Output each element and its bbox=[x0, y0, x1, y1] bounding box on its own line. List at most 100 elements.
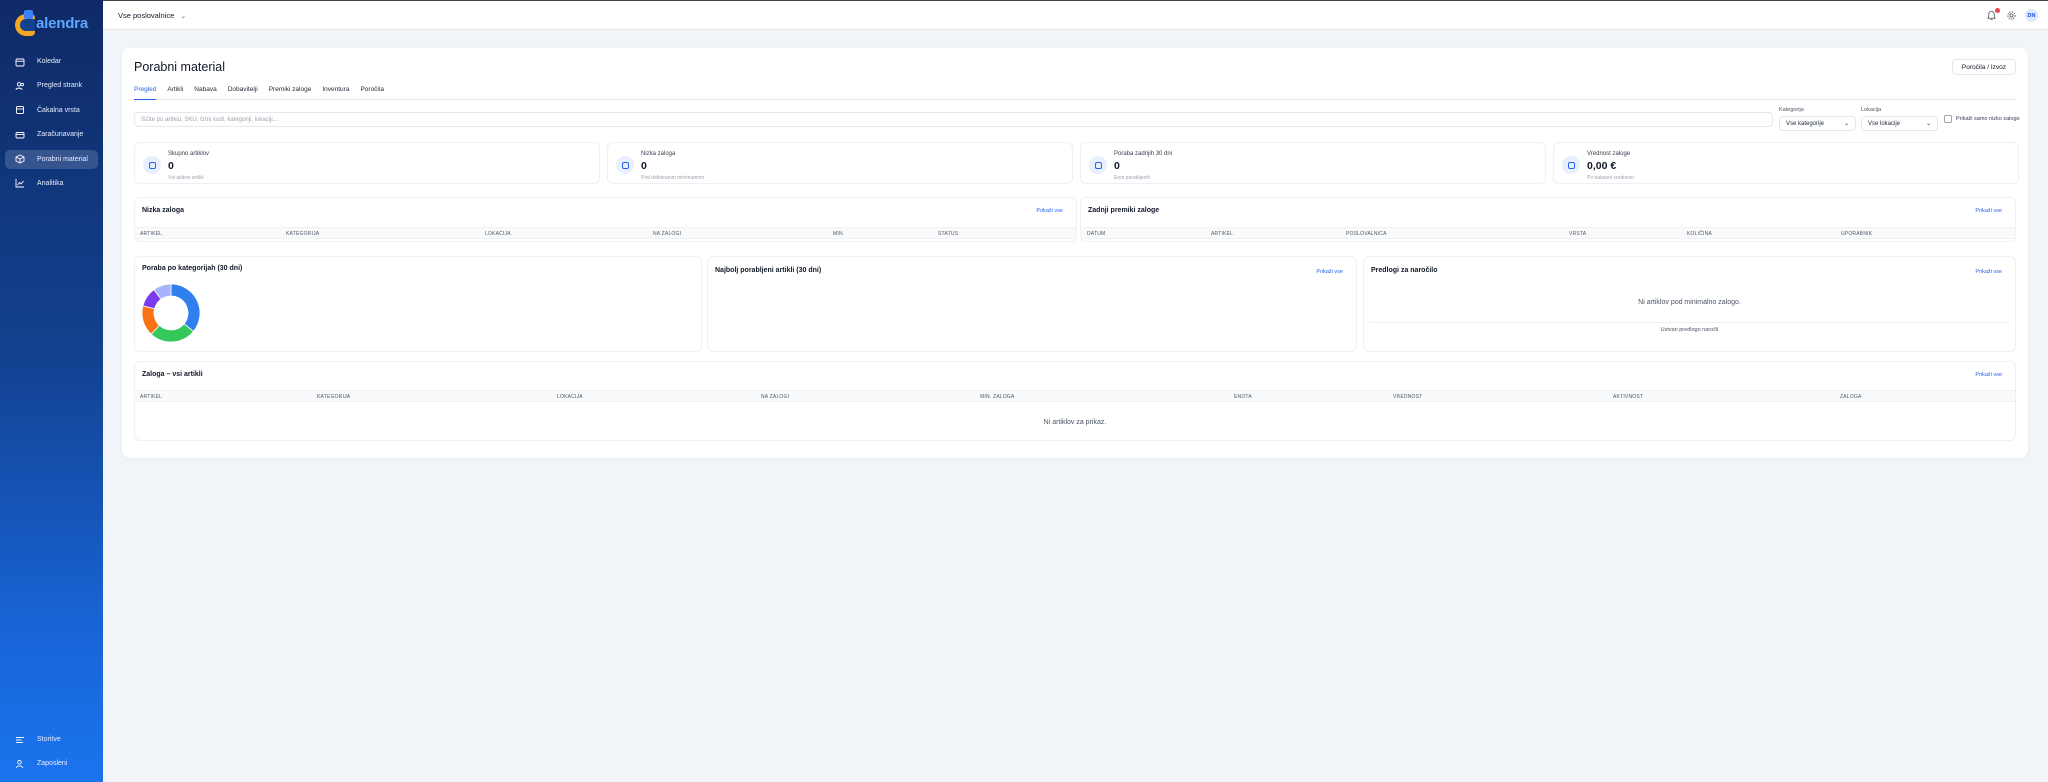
all-stock-panel: Zaloga – vsi artikli Prikaži vse ARTIKEL… bbox=[134, 361, 2016, 441]
stat-card-total-items: Skupno artiklov 0 Vsi aktivni artikli bbox=[134, 142, 600, 184]
sidebar-item-billing[interactable]: Zaračunavanje bbox=[5, 125, 98, 144]
tab-items[interactable]: Artikli bbox=[167, 85, 183, 100]
panel-title: Poraba po kategorijah (30 dni) bbox=[142, 265, 243, 272]
sidebar-item-staff[interactable]: Zaposleni bbox=[5, 754, 98, 773]
column-header: NA ZALOGI bbox=[653, 231, 682, 237]
column-header: LOKACIJA bbox=[557, 394, 583, 400]
empty-state-message: Ni artiklov pod minimalno zalogo. bbox=[1638, 299, 1741, 306]
column-header: VRSTA bbox=[1569, 231, 1587, 237]
column-header: ENOTA bbox=[1234, 394, 1252, 400]
list-icon bbox=[15, 735, 25, 745]
tab-purchasing[interactable]: Nabava bbox=[194, 85, 216, 100]
column-header: POSLOVALNICA bbox=[1346, 231, 1387, 237]
sidebar: alendra Koledar Pregled strank Čakalna v… bbox=[0, 0, 103, 782]
create-order-suggestion-button[interactable]: Ustvari predlogo naročil bbox=[1369, 322, 2010, 336]
column-header: KATEGORIJA bbox=[317, 394, 351, 400]
stat-subtext: Vsi aktivni artikli bbox=[168, 175, 204, 181]
column-header: ARTIKEL bbox=[140, 231, 163, 237]
sidebar-item-analytics[interactable]: Analitika bbox=[5, 174, 98, 193]
category-select-value: Vse kategorije bbox=[1786, 120, 1825, 127]
tab-bar: Pregled Artikli Nabava Dobavitelji Premi… bbox=[134, 85, 2016, 100]
order-suggestions-panel: Predlogi za naročilo Prikaži vse Ni arti… bbox=[1363, 256, 2016, 352]
column-header: ZALOGA bbox=[1840, 394, 1862, 400]
settings-button[interactable] bbox=[2006, 10, 2017, 21]
sidebar-item-clients[interactable]: Pregled strank bbox=[5, 76, 98, 95]
column-header: KOLIČINA bbox=[1687, 231, 1712, 237]
column-header: ARTIKEL bbox=[140, 394, 163, 400]
stat-card-usage-30-days: Poraba zadnjih 30 dni 0 Enot porabljenih bbox=[1080, 142, 1546, 184]
show-all-link[interactable]: Prikaži vse bbox=[1036, 208, 1063, 214]
usage-by-category-panel: Poraba po kategorijah (30 dni) bbox=[134, 256, 702, 352]
panel-title: Predlogi za naročilo bbox=[1371, 267, 1438, 274]
usage-icon bbox=[1089, 156, 1107, 174]
panel-title: Najbolj porabljeni artikli (30 dni) bbox=[715, 267, 822, 274]
tab-reports[interactable]: Poročila bbox=[360, 85, 383, 100]
column-header: VREDNOST bbox=[1393, 394, 1423, 400]
top-used-items-panel: Najbolj porabljeni artikli (30 dni) Prik… bbox=[707, 256, 1357, 352]
tab-inventory[interactable]: Inventura bbox=[322, 85, 349, 100]
page-title: Porabni material bbox=[134, 60, 226, 74]
show-all-link[interactable]: Prikaži vse bbox=[1316, 269, 1343, 275]
column-header: STATUS bbox=[938, 231, 959, 237]
wallet-icon bbox=[1562, 156, 1580, 174]
sidebar-item-label: Pregled strank bbox=[37, 82, 83, 90]
show-all-link[interactable]: Prikaži vse bbox=[1975, 372, 2002, 378]
tab-suppliers[interactable]: Dobavitelji bbox=[228, 85, 258, 100]
stat-label: Poraba zadnjih 30 dni bbox=[1114, 151, 1173, 157]
location-select[interactable]: Vse lokacije ⌄ bbox=[1861, 116, 1938, 131]
checkbox-box[interactable] bbox=[1944, 115, 1952, 123]
avatar[interactable]: DN bbox=[2025, 9, 2038, 22]
main-content: Porabni material Poročila / Izvoz Pregle… bbox=[122, 48, 2028, 458]
column-header: ARTIKEL bbox=[1211, 231, 1234, 237]
calendar-icon bbox=[15, 57, 25, 67]
column-header: LOKACIJA bbox=[485, 231, 511, 237]
stat-value: 0 bbox=[1114, 160, 1120, 172]
sidebar-item-label: Koledar bbox=[37, 58, 62, 65]
location-select-value: Vse lokacije bbox=[1868, 120, 1901, 127]
search-input[interactable]: Iščite po artiklu, SKU, črtni kodi, kate… bbox=[134, 112, 1773, 127]
sidebar-item-services[interactable]: Storitve bbox=[5, 730, 98, 749]
donut-slice bbox=[170, 283, 201, 333]
column-header: NA ZALOGI bbox=[761, 394, 790, 400]
reports-export-button[interactable]: Poročila / Izvoz bbox=[1951, 59, 2016, 75]
column-header: KATEGORIJA bbox=[286, 231, 320, 237]
stat-subtext: Enot porabljenih bbox=[1114, 175, 1151, 181]
table-header: ARTIKEL KATEGORIJA LOKACIJA NA ZALOGI MI… bbox=[135, 390, 2015, 402]
tab-overview[interactable]: Pregled bbox=[134, 85, 157, 100]
queue-icon bbox=[15, 105, 25, 115]
location-filter-label: Lokacija bbox=[1861, 107, 1882, 113]
gear-icon bbox=[2007, 11, 2016, 20]
stat-subtext: Pod definiranim minimumom bbox=[641, 175, 705, 181]
category-filter-label: Kategorija bbox=[1779, 107, 1804, 113]
sidebar-item-label: Čakalna vrsta bbox=[37, 106, 80, 114]
column-header: MIN. ZALOGA bbox=[980, 394, 1015, 400]
stat-value: 0 bbox=[168, 160, 174, 172]
recent-stock-moves-panel: Zadnji premiki zaloge Prikaži vse DATUM … bbox=[1080, 197, 2016, 242]
top-actions: DN bbox=[1986, 7, 2038, 22]
sidebar-item-consumables[interactable]: Porabni material bbox=[5, 149, 98, 169]
warning-icon bbox=[616, 156, 634, 174]
tab-stock-moves[interactable]: Premiki zaloge bbox=[269, 85, 312, 100]
category-select[interactable]: Vse kategorije ⌄ bbox=[1779, 116, 1856, 131]
app-logo[interactable]: alendra bbox=[15, 8, 88, 38]
branch-selector[interactable]: Vse poslovalnice ⌄ bbox=[118, 11, 186, 20]
stat-card-low-stock: Nizka zaloga 0 Pod definiranim minimumom bbox=[607, 142, 1073, 184]
panel-title: Zaloga – vsi artikli bbox=[142, 371, 203, 378]
chevron-down-icon: ⌄ bbox=[180, 12, 187, 20]
column-header: DATUM bbox=[1087, 231, 1106, 237]
notifications-button[interactable] bbox=[1986, 7, 2000, 22]
box-icon bbox=[15, 154, 25, 164]
usage-donut-chart bbox=[141, 283, 201, 343]
stat-value: 0,00 € bbox=[1587, 160, 1617, 172]
show-all-link[interactable]: Prikaži vse bbox=[1975, 208, 2002, 214]
logo-text: alendra bbox=[36, 14, 88, 32]
panel-title: Zadnji premiki zaloge bbox=[1088, 207, 1160, 214]
stat-value: 0 bbox=[641, 160, 647, 172]
stat-label: Nizka zaloga bbox=[641, 151, 676, 157]
show-all-link[interactable]: Prikaži vse bbox=[1975, 269, 2002, 275]
stat-card-stock-value: Vrednost zaloge 0,00 € Po nabavni vredno… bbox=[1553, 142, 2019, 184]
box-icon bbox=[143, 156, 161, 174]
sidebar-item-queue[interactable]: Čakalna vrsta bbox=[5, 101, 98, 120]
low-stock-only-checkbox[interactable]: Prikaži samo nizko zalogo bbox=[1944, 115, 2020, 123]
sidebar-item-calendar[interactable]: Koledar bbox=[5, 52, 98, 71]
